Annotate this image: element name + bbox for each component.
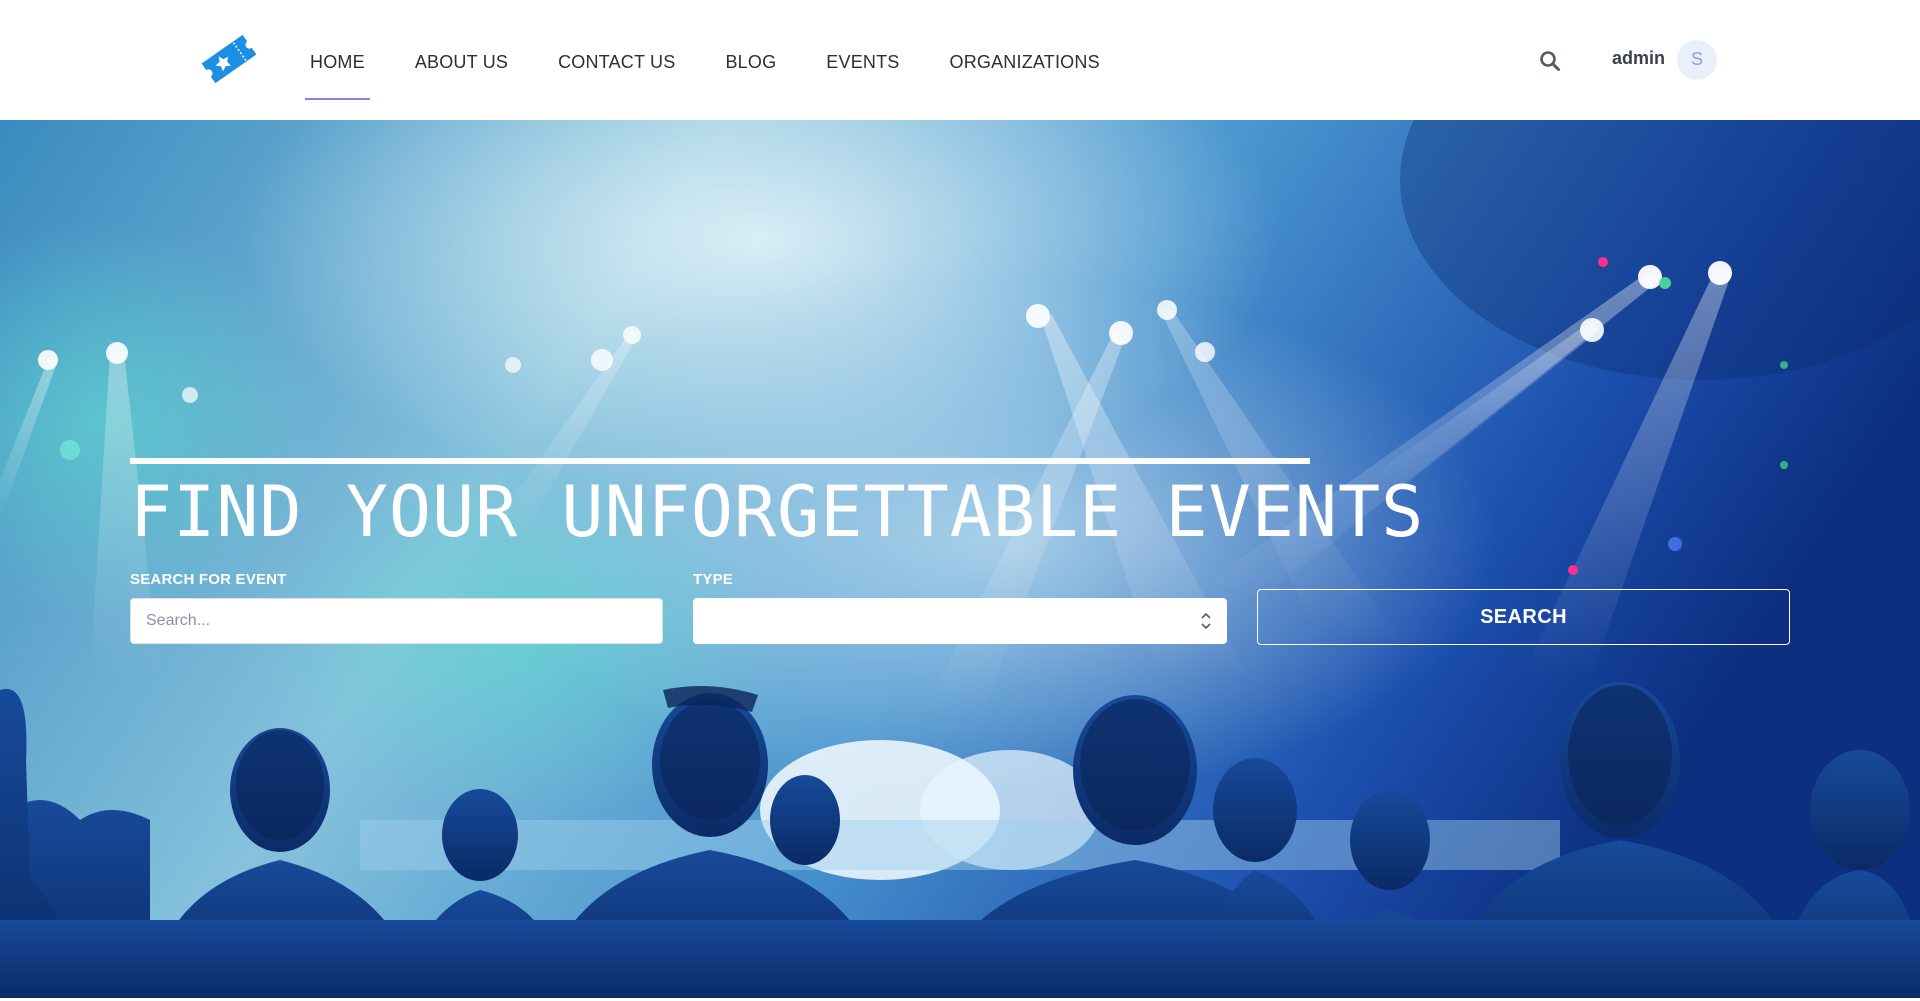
search-input[interactable]: [130, 598, 663, 644]
nav-events[interactable]: EVENTS: [826, 0, 899, 120]
search-icon[interactable]: [1538, 49, 1562, 73]
hero-title: FIND YOUR UNFORGETTABLE EVENTS: [130, 458, 1423, 554]
nav-blog[interactable]: BLOG: [725, 0, 776, 120]
type-label: TYPE: [693, 571, 733, 588]
ticket-star-icon[interactable]: [198, 29, 260, 89]
user-name[interactable]: admin: [1612, 48, 1665, 69]
chevron-updown-icon: [1201, 612, 1211, 630]
nav-organizations[interactable]: ORGANIZATIONS: [950, 0, 1100, 120]
search-button[interactable]: SEARCH: [1257, 589, 1790, 645]
top-navbar: HOME ABOUT US CONTACT US BLOG EVENTS ORG…: [0, 0, 1920, 120]
hero-section: FIND YOUR UNFORGETTABLE EVENTS SEARCH FO…: [0, 120, 1920, 998]
nav-home[interactable]: HOME: [305, 0, 370, 120]
avatar[interactable]: S: [1677, 40, 1717, 80]
search-label: SEARCH FOR EVENT: [130, 571, 287, 588]
nav-contact-us[interactable]: CONTACT US: [558, 0, 675, 120]
type-select[interactable]: [693, 598, 1227, 644]
concert-crowd-background: [0, 120, 1920, 998]
main-nav: HOME ABOUT US CONTACT US BLOG EVENTS ORG…: [305, 0, 1150, 120]
nav-about-us[interactable]: ABOUT US: [415, 0, 508, 120]
